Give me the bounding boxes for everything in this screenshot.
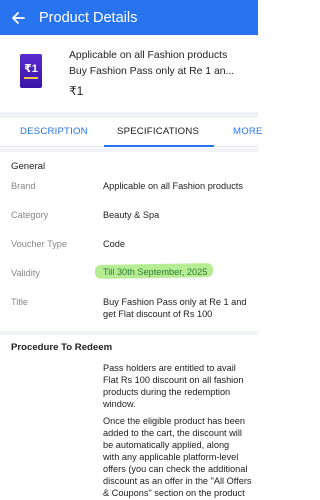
validity-label: Validity bbox=[11, 268, 40, 278]
title-label: Title bbox=[11, 297, 29, 307]
product-summary[interactable]: ₹1 Applicable on all Fashion products Bu… bbox=[0, 35, 258, 112]
category-value: Beauty & Spa bbox=[103, 210, 160, 220]
active-tab-indicator bbox=[104, 145, 214, 147]
section-gap bbox=[0, 148, 258, 152]
voucher-type-value: Code bbox=[103, 239, 125, 249]
title-value-line1: Buy Fashion Pass only at Re 1 and bbox=[103, 297, 247, 307]
brand-label: Brand bbox=[11, 181, 36, 191]
para2-line: offers (you can check the additional bbox=[103, 464, 248, 474]
para1-line: Flat Rs 100 discount on all fashion bbox=[103, 375, 244, 385]
thumbnail-stripe bbox=[24, 76, 38, 79]
para2-line: added to the cart, the discount will bbox=[103, 428, 242, 438]
product-price: ₹1 bbox=[69, 84, 84, 98]
tab-bar: DESCRIPTION SPECIFICATIONS MORE bbox=[0, 118, 262, 147]
para2-line: with any applicable platform-level bbox=[103, 452, 239, 462]
voucher-type-label: Voucher Type bbox=[11, 239, 68, 249]
thumbnail-price-symbol: ₹1 bbox=[24, 62, 38, 75]
app-bar: Product Details bbox=[0, 0, 258, 35]
tab-more[interactable]: MORE bbox=[233, 126, 263, 137]
general-section-title: General bbox=[11, 161, 46, 172]
category-label: Category bbox=[11, 210, 49, 220]
back-button[interactable] bbox=[11, 11, 25, 25]
arrow-left-icon bbox=[12, 11, 25, 24]
para2-line: discount as an offer in the "All Offers bbox=[103, 476, 252, 486]
product-title-line2: Buy Fashion Pass only at Re 1 an... bbox=[69, 66, 235, 77]
tab-specifications[interactable]: SPECIFICATIONS bbox=[117, 126, 199, 137]
para2-line: be automatically applied, along bbox=[103, 440, 230, 450]
section-divider bbox=[0, 331, 258, 335]
procedure-paragraph-1: Pass holders are entitled to avail Flat … bbox=[103, 362, 255, 410]
para1-line: Pass holders are entitled to avail bbox=[103, 363, 236, 373]
product-title-line1: Applicable on all Fashion products bbox=[69, 50, 228, 61]
page-title: Product Details bbox=[39, 9, 138, 26]
procedure-paragraph-2: Once the eligible product has been added… bbox=[103, 415, 255, 499]
tab-description[interactable]: DESCRIPTION bbox=[20, 126, 88, 137]
procedure-title: Procedure To Redeem bbox=[11, 342, 113, 353]
para2-line: Once the eligible product has been bbox=[103, 416, 245, 426]
para1-line: window. bbox=[103, 399, 136, 409]
brand-value: Applicable on all Fashion products bbox=[103, 181, 243, 191]
para1-line: products during the redemption bbox=[103, 387, 231, 397]
title-value-line2: get Flat discount of Rs 100 bbox=[103, 309, 213, 319]
product-thumbnail: ₹1 bbox=[20, 54, 42, 88]
para2-line: & Coupons" section on the product bbox=[103, 488, 245, 498]
validity-value: Till 30th September, 2025 bbox=[103, 267, 208, 277]
